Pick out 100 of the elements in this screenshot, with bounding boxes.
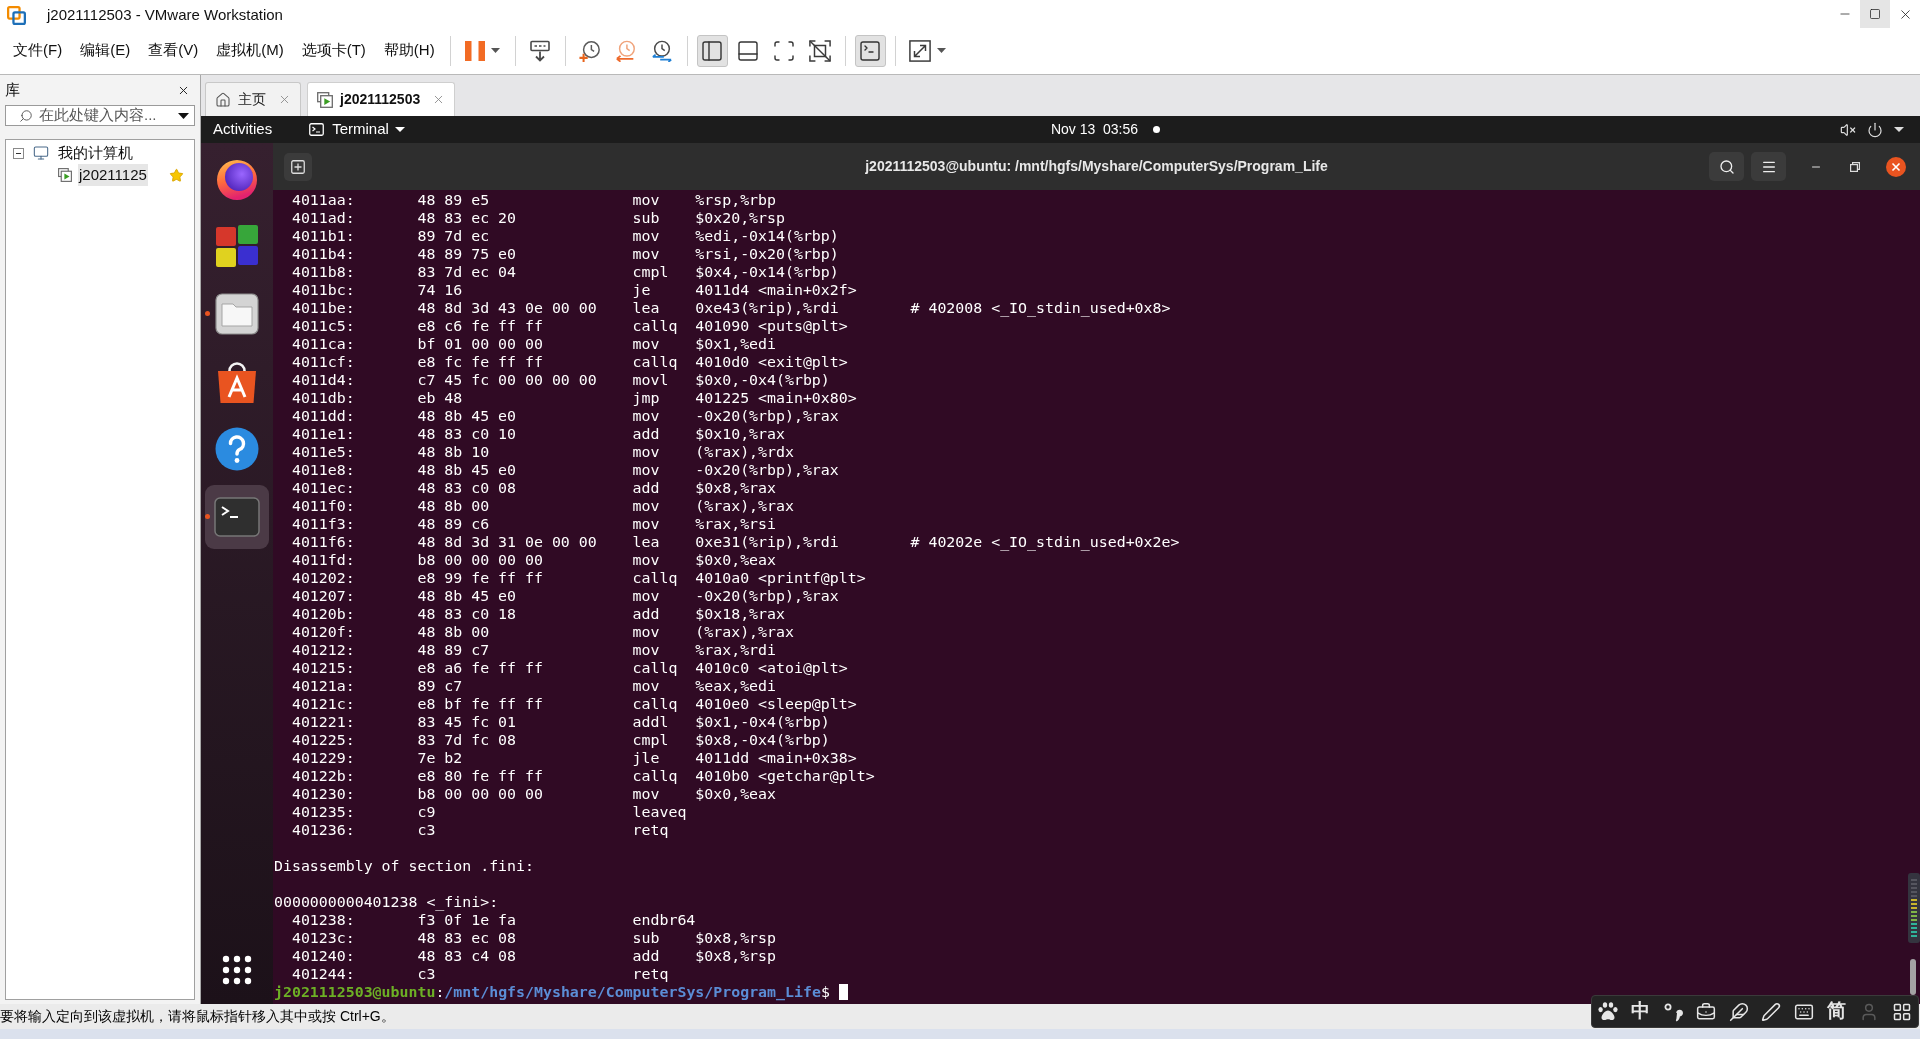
asm-mnemonic: mov	[632, 443, 660, 461]
asm-operands: 4011d4 <main+0x2f>	[695, 281, 857, 299]
asm-address: 401229:	[291, 749, 355, 767]
asm-address: 401202:	[291, 569, 355, 587]
tree-item[interactable]: j20211125	[78, 163, 148, 187]
asm-address: 40120b:	[291, 605, 355, 623]
caret-icon	[1894, 127, 1904, 132]
asm-address: 40121a:	[291, 677, 355, 695]
asm-bytes: e8 bf fe ff ff	[417, 695, 543, 713]
asm-address: 4011db:	[291, 389, 355, 407]
asm-operands: $0x4,-0x14(%rbp)	[695, 263, 839, 281]
toolbar-button[interactable]	[696, 34, 728, 67]
asm-operands: %rsi,-0x20(%rbp)	[695, 245, 839, 263]
asm-mnemonic: mov	[632, 497, 660, 515]
bottom-panel-icon	[736, 38, 761, 63]
menu-item[interactable]: 选项卡(T)	[301, 39, 366, 62]
asm-bytes: c9	[417, 803, 436, 821]
asm-bytes: 48 83 c0 10	[417, 425, 517, 443]
asm-mnemonic: addl	[632, 713, 669, 731]
asm-bytes: e8 80 fe ff ff	[417, 767, 543, 785]
asm-mnemonic: callq	[632, 317, 678, 335]
paw-icon	[1598, 1002, 1619, 1021]
asm-address: 4011ad:	[291, 209, 355, 227]
asm-bytes: e8 a6 fe ff ff	[417, 659, 543, 677]
asm-operands: $0x1,-0x4(%rbp)	[695, 713, 830, 731]
asm-address: 401212:	[291, 641, 355, 659]
menu-item[interactable]: 文件(F)	[13, 39, 63, 62]
caret-icon	[178, 112, 189, 119]
system-menu-button[interactable]	[1840, 121, 1904, 138]
asm-address: 40121c:	[291, 695, 355, 713]
asm-operands: -0x20(%rbp),%rax	[695, 407, 839, 425]
terminal-title: j2021112503@ubuntu: /mnt/hgfs/Myshare/ComputerSys/Program_Life	[865, 157, 1328, 176]
asm-mnemonic: callq	[632, 767, 678, 785]
scrollbar-thumb[interactable]	[1910, 959, 1916, 995]
asm-address: 4011f6:	[291, 533, 355, 551]
asm-address: 4011e8:	[291, 461, 355, 479]
menu-item[interactable]: 编辑(E)	[80, 39, 131, 62]
maximize-button[interactable]	[1860, 0, 1890, 28]
asm-operands: (%rax),%rdx	[695, 443, 794, 461]
tab[interactable]: j2021112503	[307, 82, 456, 116]
app-grid-icon	[222, 955, 252, 985]
new-tab-button[interactable]	[284, 152, 312, 181]
tab[interactable]: 主页	[205, 82, 301, 116]
asm-mnemonic: callq	[632, 569, 678, 587]
asm-mnemonic: retq	[632, 965, 669, 983]
asm-address: 40120f:	[291, 623, 355, 641]
app-grid-button[interactable]	[222, 955, 252, 985]
asm-address: 401207:	[291, 587, 355, 605]
app-logo-icon	[7, 5, 26, 25]
asm-bytes: 7e b2	[417, 749, 463, 767]
asm-bytes: 48 8d 3d 43 0e 00 00	[417, 299, 597, 317]
collapse-icon[interactable]	[13, 147, 24, 159]
terminal-text: Disassembly of section .fini:	[274, 857, 534, 875]
asm-operands: $0x8,%rsp	[695, 929, 776, 947]
close-icon	[1886, 156, 1906, 177]
asm-operands: $0x8,-0x4(%rbp)	[695, 731, 830, 749]
menu-item[interactable]: 帮助(H)	[383, 39, 435, 62]
punctuation-icon	[1663, 1001, 1684, 1022]
crossed-frame-icon	[809, 39, 832, 62]
asm-address: 4011f3:	[291, 515, 355, 533]
terminal-text: 0000000000401238 <_fini>:	[274, 893, 499, 911]
ime-button[interactable]: 简	[1820, 996, 1853, 1027]
close-icon[interactable]	[278, 93, 291, 106]
asm-address: 4011ec:	[291, 479, 355, 497]
asm-mnemonic: add	[632, 947, 660, 965]
asm-bytes: 83 7d ec 04	[417, 263, 517, 281]
asm-operands: %rsp,%rbp	[695, 191, 776, 209]
asm-mnemonic: jmp	[632, 389, 660, 407]
search-field[interactable]: 在此处键入内容...	[5, 105, 195, 126]
app-menu-button[interactable]: Terminal	[309, 118, 405, 141]
asm-bytes: 48 8b 00	[417, 497, 490, 515]
ime-button[interactable]: 中	[1624, 996, 1658, 1027]
menu-item[interactable]: 虚拟机(M)	[216, 39, 284, 62]
asm-address: 401240:	[291, 947, 355, 965]
asm-address: 401221:	[291, 713, 355, 731]
asm-operands: -0x20(%rbp),%rax	[695, 587, 839, 605]
search-button[interactable]	[1709, 152, 1744, 181]
help-icon	[214, 426, 260, 473]
frame-corners-icon	[772, 38, 797, 63]
tree-item[interactable]: 我的计算机	[57, 141, 134, 165]
pen-icon	[1761, 1001, 1782, 1022]
clock-button[interactable]: Nov 13 03:56	[1050, 119, 1139, 140]
status-message: 要将输入定向到该虚拟机，请将鼠标指针移入其中或按 Ctrl+G。	[0, 1007, 395, 1026]
asm-operands: 4010c0 <atoi@plt>	[695, 659, 848, 677]
asm-mnemonic: add	[632, 425, 660, 443]
panel-title: 库	[5, 79, 20, 100]
asm-operands: $0x10,%rax	[695, 425, 785, 443]
toolbar-button[interactable]	[854, 34, 886, 67]
asm-bytes: 48 8d 3d 31 0e 00 00	[417, 533, 597, 551]
asm-mnemonic: callq	[632, 695, 678, 713]
asm-bytes: e8 c6 fe ff ff	[417, 317, 543, 335]
menu-item[interactable]: 查看(V)	[148, 39, 199, 62]
activities-button[interactable]: Activities	[213, 118, 273, 141]
asm-address: 401235:	[291, 803, 355, 821]
asm-bytes: 48 89 c7	[417, 641, 490, 659]
asm-address: 4011f0:	[291, 497, 355, 515]
menu-button[interactable]	[1751, 152, 1786, 181]
asm-bytes: 83 7d fc 08	[417, 731, 517, 749]
asm-address: 401244:	[291, 965, 355, 983]
asm-operands: $0x8,%rsp	[695, 947, 776, 965]
